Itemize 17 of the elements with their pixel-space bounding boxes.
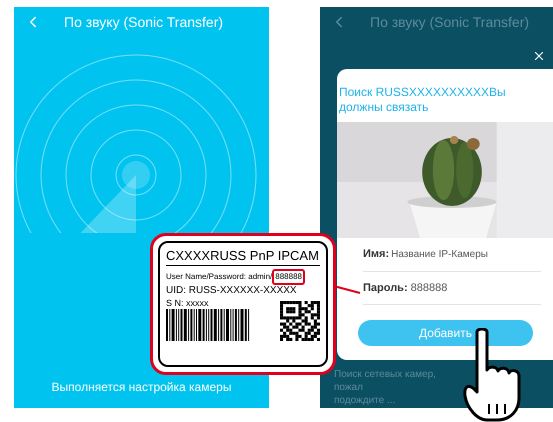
qr-code-icon — [280, 301, 320, 341]
close-icon[interactable] — [532, 49, 546, 63]
status-text: Поиск сетевых камер, пожал подождите ... — [334, 368, 437, 407]
credentials-label: User Name/Password: admin/ — [166, 271, 272, 283]
password-value: 888888 — [410, 280, 448, 296]
password-highlight: 888888 — [272, 269, 305, 285]
screen-title: По звуку (Sonic Transfer) — [370, 12, 530, 32]
add-button[interactable]: Добавить — [358, 320, 533, 346]
screen-title: По звуку (Sonic Transfer) — [64, 12, 224, 32]
status-text: Выполняется настройка камеры — [52, 379, 232, 396]
name-label: Имя: — [363, 247, 390, 262]
uid-text: UID: RUSS-XXXXXX-XXXXX — [166, 285, 298, 297]
name-value: Название IP-Камеры — [391, 248, 488, 262]
password-label: Пароль: — [363, 280, 408, 296]
dialog-title: Поиск RUSSXXXXXXXXXXВы должны связать — [338, 84, 507, 116]
sn-text: S N: xxxxx — [166, 297, 210, 309]
sticker-title: CXXXXRUSS PnP IPCAM — [166, 247, 319, 264]
